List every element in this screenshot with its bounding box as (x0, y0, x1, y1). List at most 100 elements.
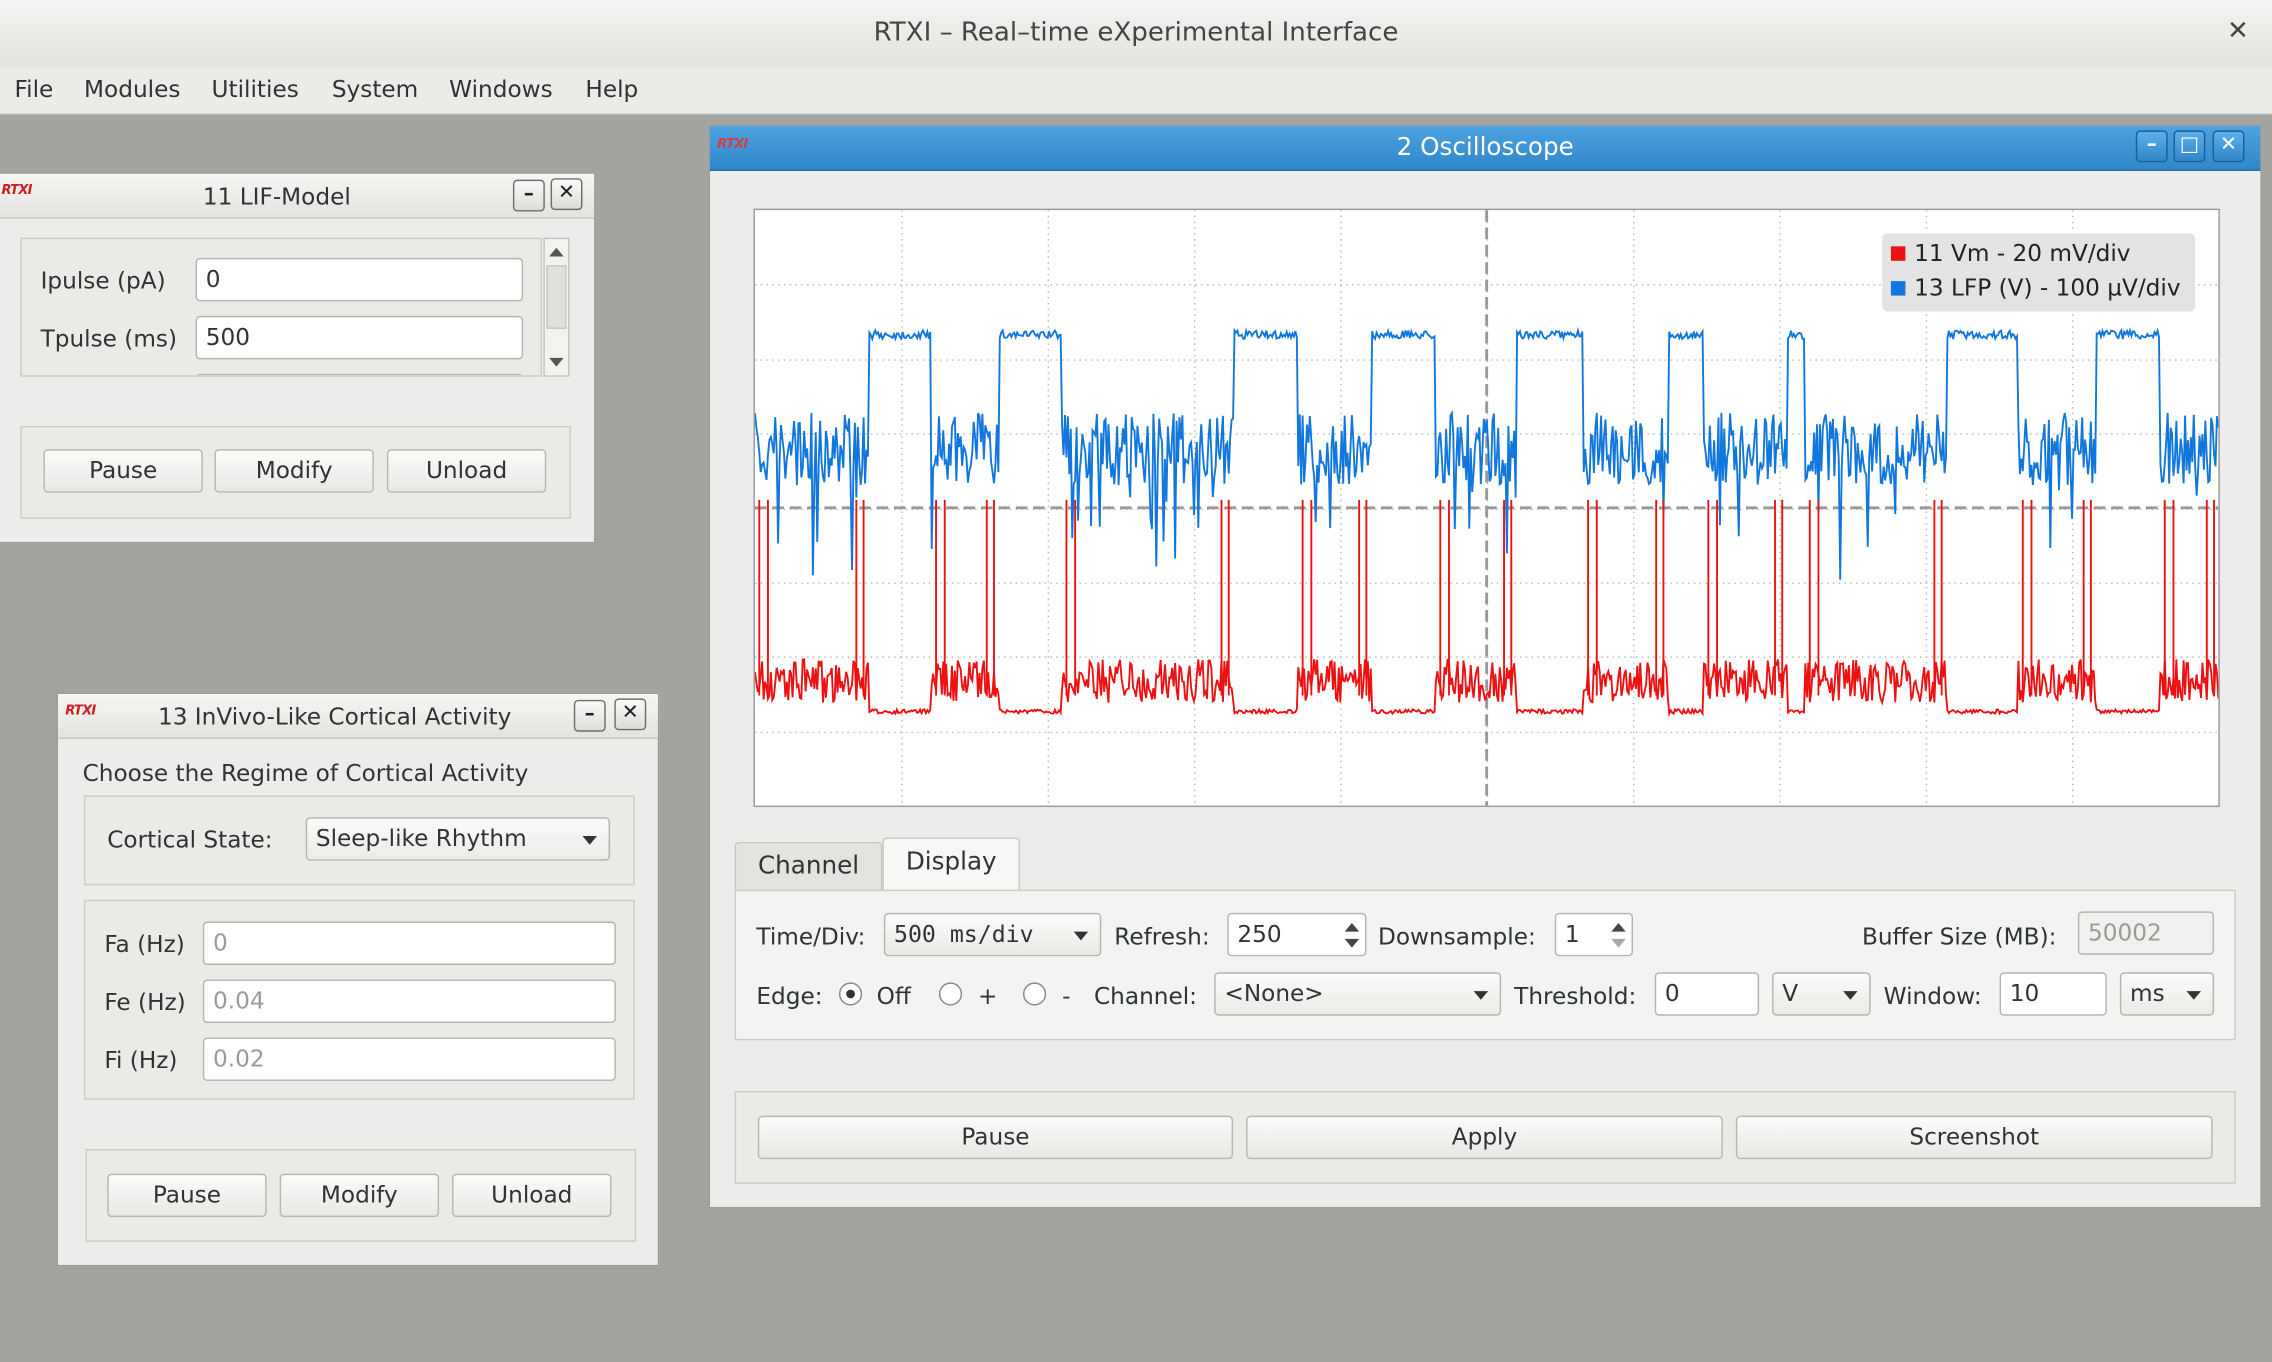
fa-label: Fa (Hz) (104, 930, 185, 958)
chevron-down-icon (1073, 931, 1089, 941)
lif-scrollbar[interactable] (543, 237, 570, 377)
window-unit-value: ms (2130, 979, 2165, 1008)
cortical-buttons-group: Pause Modify Unload (85, 1149, 637, 1242)
desktop: RTXI – Real–time eXperimental Interface … (0, 0, 2272, 1362)
chevron-down-icon (1843, 991, 1858, 1000)
edge-minus-label: - (1062, 982, 1071, 1010)
cortical-state-value: Sleep-like Rhythm (315, 824, 527, 852)
freq-group: Fa (Hz) 0 Fe (Hz) 0.04 Fi (Hz) 0.02 (84, 899, 635, 1100)
rtxi-logo: RTXI (65, 704, 96, 719)
channel-label: Channel: (1093, 982, 1197, 1010)
unload-button[interactable]: Unload (386, 449, 547, 493)
pause-button[interactable]: Pause (757, 1115, 1234, 1160)
scroll-thumb[interactable] (546, 265, 567, 329)
spin-up-icon[interactable] (1611, 922, 1626, 932)
ipulse-label: Ipulse (pA) (40, 266, 166, 295)
menubar: File Modules Utilities System Windows He… (0, 66, 2272, 115)
osc-buttons-group: Pause Apply Screenshot (734, 1091, 2236, 1184)
refresh-spinbox[interactable]: 250 (1227, 912, 1367, 957)
pause-button[interactable]: Pause (43, 449, 203, 493)
close-icon[interactable]: ✕ (550, 178, 583, 211)
threshold-unit-select[interactable]: V (1772, 972, 1871, 1016)
lif-titlebar[interactable]: RTXI 11 LIF-Model – ✕ (0, 173, 595, 219)
rtxi-logo: RTXI (1, 184, 32, 199)
app-title: RTXI – Real–time eXperimental Interface (873, 17, 1399, 48)
lif-params-group: Ipulse (pA) 0 Tpulse (ms) 500 (20, 237, 542, 377)
chevron-down-icon (2186, 991, 2202, 1000)
lif-buttons-group: Pause Modify Unload (20, 425, 571, 519)
spin-down-icon[interactable] (1344, 938, 1360, 948)
pause-button[interactable]: Pause (107, 1173, 267, 1218)
edge-off-radio[interactable] (838, 982, 863, 1006)
edge-plus-radio[interactable] (938, 982, 963, 1006)
main-titlebar: RTXI – Real–time eXperimental Interface … (0, 0, 2272, 69)
state-group: Cortical State: Sleep-like Rhythm (84, 795, 635, 886)
close-icon[interactable]: ✕ (2212, 130, 2245, 163)
legend-vm: 11 Vm - 20 mV/div (1914, 239, 2131, 267)
cortical-state-label: Cortical State: (107, 825, 273, 854)
menu-modules[interactable]: Modules (84, 75, 180, 103)
close-icon[interactable]: ✕ (2227, 16, 2249, 46)
minimize-icon[interactable]: – (573, 699, 606, 732)
menu-help[interactable]: Help (585, 75, 638, 103)
oscilloscope-title: 2 Oscilloscope (1396, 133, 1574, 163)
modify-button[interactable]: Modify (214, 449, 374, 493)
channel-select[interactable]: <None> (1214, 972, 1502, 1016)
cortical-activity-window: RTXI 13 InVivo-Like Cortical Activity – … (56, 692, 660, 1267)
oscilloscope-titlebar[interactable]: RTXI 2 Oscilloscope – □ ✕ (710, 126, 2261, 171)
edge-label: Edge: (756, 982, 823, 1010)
scroll-up-icon[interactable] (549, 247, 564, 257)
threshold-label: Threshold: (1514, 982, 1637, 1010)
minimize-icon[interactable]: – (2135, 130, 2168, 163)
window-input[interactable]: 10 (1999, 972, 2107, 1016)
unload-button[interactable]: Unload (452, 1173, 612, 1218)
chevron-down-icon (1473, 991, 1489, 1000)
menu-utilities[interactable]: Utilities (212, 75, 299, 103)
scroll-down-icon[interactable] (549, 357, 564, 367)
window-label: Window: (1883, 982, 1982, 1010)
cortical-state-select[interactable]: Sleep-like Rhythm (305, 817, 611, 861)
regime-heading: Choose the Regime of Cortical Activity (82, 759, 529, 787)
channel-value: <None> (1224, 979, 1324, 1008)
screenshot-button[interactable]: Screenshot (1735, 1115, 2213, 1160)
downsample-label: Downsample: (1377, 922, 1536, 951)
downsample-value: 1 (1564, 920, 1580, 948)
fe-label: Fe (Hz) (104, 988, 186, 1016)
threshold-input[interactable]: 0 (1654, 972, 1760, 1016)
scope-display[interactable]: 11 Vm - 20 mV/div 13 LFP (V) - 100 µV/di… (753, 208, 2220, 808)
edge-minus-radio[interactable] (1022, 982, 1047, 1006)
tab-display[interactable]: Display (882, 837, 1021, 892)
minimize-icon[interactable]: – (512, 179, 545, 212)
spin-up-icon[interactable] (1344, 922, 1360, 932)
spin-down-icon[interactable] (1611, 938, 1626, 948)
close-icon[interactable]: ✕ (614, 698, 647, 731)
tab-channel[interactable]: Channel (734, 841, 883, 892)
menu-file[interactable]: File (14, 75, 53, 103)
hidden-param-input[interactable] (195, 373, 524, 376)
edge-off-label: Off (876, 982, 911, 1010)
time-div-select[interactable]: 500 ms/div (883, 912, 1102, 957)
ipulse-input[interactable]: 0 (195, 257, 524, 302)
tpulse-label: Tpulse (ms) (40, 324, 178, 353)
cortical-titlebar[interactable]: RTXI 13 InVivo-Like Cortical Activity – … (57, 694, 658, 739)
fi-label: Fi (Hz) (104, 1046, 178, 1074)
chevron-down-icon (582, 836, 597, 845)
menu-system[interactable]: System (332, 75, 418, 103)
lif-model-window: RTXI 11 LIF-Model – ✕ Ipulse (pA) 0 Tpul… (0, 172, 596, 544)
window-unit-select[interactable]: ms (2119, 972, 2215, 1016)
downsample-spinbox[interactable]: 1 (1554, 912, 1634, 957)
buffer-size-input[interactable]: 50002 (2077, 911, 2215, 955)
lif-title: 11 LIF-Model (202, 182, 351, 211)
apply-button[interactable]: Apply (1246, 1115, 1723, 1160)
modify-button[interactable]: Modify (279, 1173, 440, 1218)
cortical-title: 13 InVivo-Like Cortical Activity (157, 702, 512, 731)
oscilloscope-window: RTXI 2 Oscilloscope – □ ✕ 11 Vm - 20 mV/… (708, 124, 2262, 1209)
fi-input[interactable]: 0.02 (202, 1037, 616, 1081)
edge-plus-label: + (978, 982, 998, 1010)
menu-windows[interactable]: Windows (449, 75, 552, 103)
fe-input[interactable]: 0.04 (202, 979, 616, 1023)
fa-input[interactable]: 0 (202, 921, 616, 965)
refresh-label: Refresh: (1114, 922, 1210, 951)
maximize-icon[interactable]: □ (2173, 130, 2206, 163)
tpulse-input[interactable]: 500 (195, 315, 524, 360)
